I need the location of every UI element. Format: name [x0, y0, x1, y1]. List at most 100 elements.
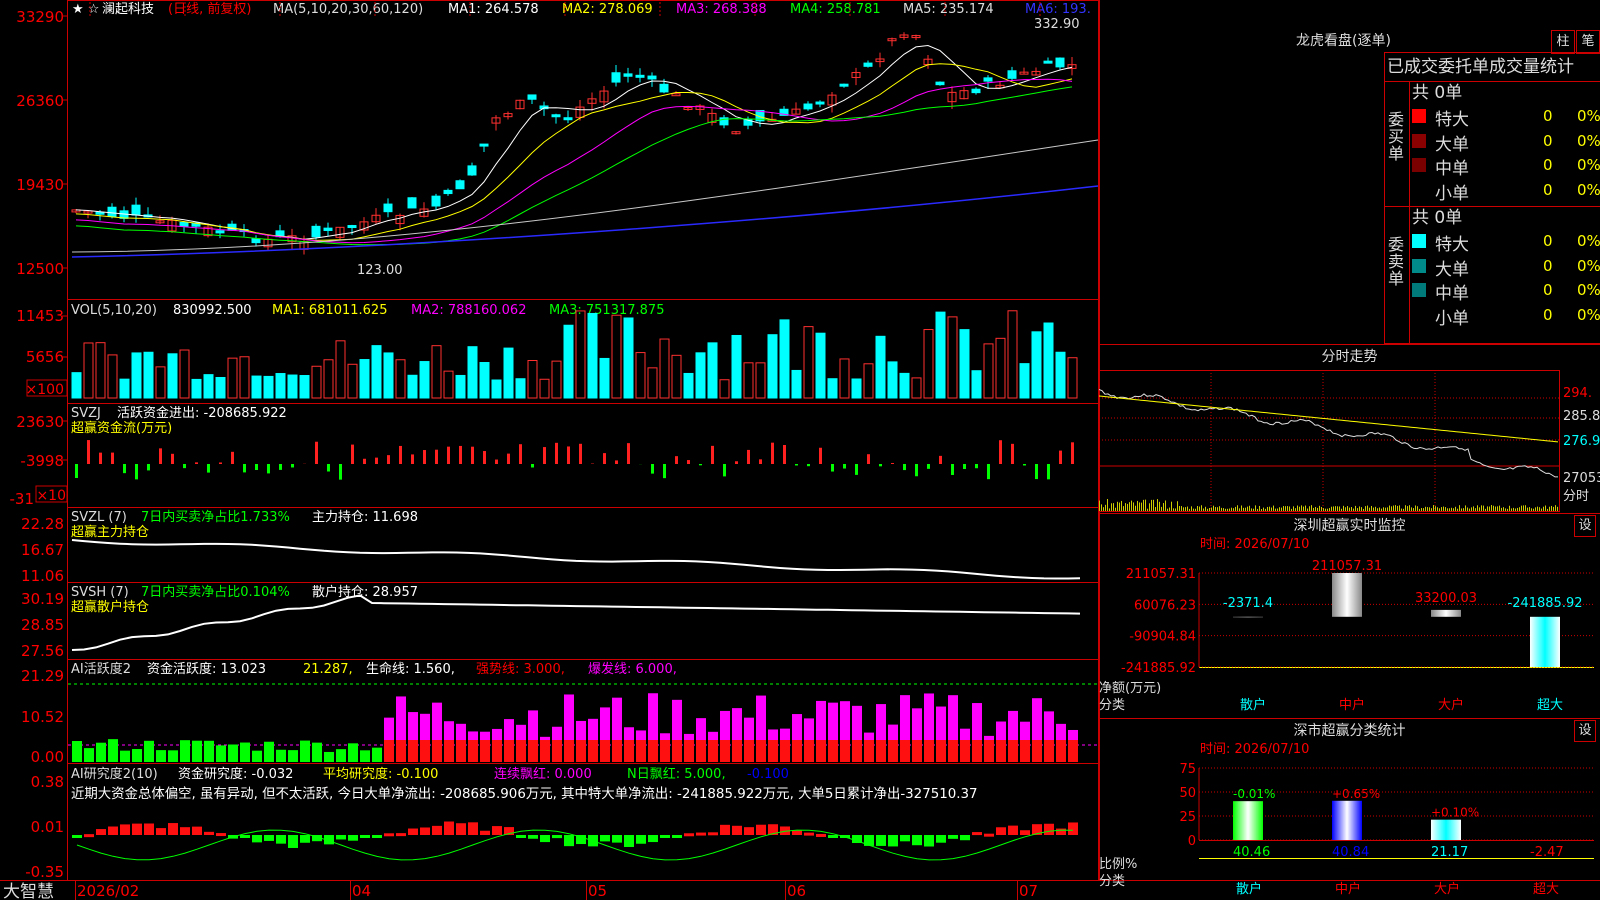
- candle-body: [251, 238, 261, 244]
- activity-bar: [96, 742, 106, 762]
- activity-bar: [192, 740, 202, 762]
- svzj-title: SVZJ: [71, 406, 101, 421]
- volume-bar: [623, 317, 634, 399]
- research-bar: [756, 824, 766, 835]
- activity-base: [972, 740, 982, 762]
- cls-cat-label: 分类: [1099, 874, 1125, 889]
- intraday-volume-bar: [1391, 506, 1392, 511]
- res-d: N日飘红: 5.000,: [627, 766, 726, 782]
- tick-view-button[interactable]: 笔: [1576, 30, 1600, 54]
- sz-settings-button[interactable]: 设: [1574, 515, 1596, 537]
- flow-bar: [855, 464, 858, 475]
- activity-bar: [1044, 711, 1054, 740]
- volume-bar: [203, 374, 214, 399]
- research-bar: [744, 827, 754, 835]
- intraday-volume-bar: [1425, 506, 1426, 511]
- research-bar: [984, 833, 994, 837]
- research-bar: [444, 821, 454, 835]
- activity-bar: [828, 702, 838, 740]
- column-view-button[interactable]: 柱: [1551, 30, 1575, 54]
- star-icon[interactable]: ★ ☆: [72, 2, 99, 17]
- sell-level-percent: 0%: [1577, 256, 1600, 275]
- intraday-volume-bar: [1305, 505, 1306, 511]
- flow-bar: [159, 448, 162, 464]
- vol-title: VOL(5,10,20): [71, 303, 157, 318]
- intraday-volume-bar: [1357, 508, 1358, 511]
- svsh-label: 7日内买卖净占比0.104%: [141, 584, 290, 600]
- sell-level-swatch: [1412, 283, 1426, 297]
- volume-bar: [371, 345, 382, 399]
- flow-bar: [123, 464, 126, 474]
- date-4: 06: [787, 882, 806, 900]
- intraday-volume-bar: [1145, 499, 1146, 511]
- cls-settings-button[interactable]: 设: [1574, 720, 1596, 742]
- research-bar: [492, 826, 502, 835]
- flow-bar: [423, 450, 426, 464]
- volume-bar: [959, 329, 970, 399]
- activity-base: [864, 740, 874, 762]
- intraday-volume-bar: [1245, 507, 1246, 511]
- sz-monitor-title: 深圳超赢实时监控: [1293, 518, 1406, 534]
- flow-bar: [915, 464, 918, 477]
- activity-base: [384, 740, 394, 762]
- sell-level-count: 0: [1543, 281, 1553, 299]
- buy-level-count: 0: [1543, 180, 1553, 199]
- intraday-volume-bar: [1299, 506, 1300, 511]
- activity-base: [780, 740, 790, 762]
- activity-base: [624, 740, 634, 762]
- volume-bar: [551, 360, 562, 399]
- intraday-volume-bar: [1255, 505, 1256, 511]
- intraday-volume-bar: [1519, 507, 1520, 511]
- intraday-volume-bar: [1119, 502, 1120, 511]
- activity-base: [888, 740, 898, 762]
- research-bar: [516, 835, 526, 838]
- intraday-volume-bar: [1387, 507, 1388, 511]
- activity-base: [792, 740, 802, 762]
- intraday-volume-bar: [1443, 506, 1444, 511]
- vol-unit: ×100: [26, 382, 64, 398]
- intraday-volume-bar: [1147, 508, 1148, 511]
- activity-base: [1020, 740, 1030, 762]
- candle-body: [611, 72, 621, 83]
- intraday-volume-bar: [1165, 500, 1166, 511]
- activity-bar: [408, 712, 418, 740]
- sell-level-label: 小单: [1435, 308, 1469, 329]
- activity-base: [912, 740, 922, 762]
- activity-bar: [744, 717, 754, 740]
- volume-bar: [827, 378, 838, 399]
- candle-body: [815, 101, 825, 105]
- volume-bar: [1031, 331, 1042, 399]
- flow-bar: [747, 449, 750, 464]
- research-bar: [1020, 830, 1030, 835]
- intraday-volume-bar: [1191, 506, 1192, 511]
- intraday-volume-bar: [1287, 506, 1288, 511]
- activity-base: [516, 740, 526, 762]
- activity-bar: [168, 750, 178, 762]
- intraday-volume-bar: [1551, 505, 1552, 511]
- intraday-volume-bar: [1179, 506, 1180, 511]
- flow-bar: [939, 455, 942, 464]
- flow-bar: [243, 464, 246, 473]
- research-bar: [660, 835, 670, 838]
- volume-bar: [611, 314, 622, 399]
- activity-bar: [960, 728, 970, 740]
- flow-bar: [1047, 464, 1050, 480]
- sell-level-percent: 0%: [1577, 305, 1600, 324]
- sell-level-percent: 0%: [1577, 281, 1600, 299]
- intraday-volume-bar: [1149, 503, 1150, 511]
- intraday-title: 分时走势: [1321, 349, 1378, 365]
- research-bar: [636, 835, 646, 844]
- buy-level-count: 0: [1543, 156, 1553, 174]
- activity-bar: [996, 721, 1006, 740]
- intraday-volume-bar: [1249, 505, 1250, 511]
- activity-bar: [648, 693, 658, 740]
- volume-bar: [815, 332, 826, 399]
- intraday-volume-bar: [1333, 506, 1334, 511]
- activity-bar: [732, 708, 742, 740]
- intraday-volume-bar: [1485, 508, 1486, 511]
- activity-bar: [300, 740, 310, 762]
- candle-body: [551, 114, 561, 118]
- ma4-value: MA4: 258.781: [790, 2, 881, 17]
- volume-bar: [971, 370, 982, 399]
- research-bar: [384, 833, 394, 837]
